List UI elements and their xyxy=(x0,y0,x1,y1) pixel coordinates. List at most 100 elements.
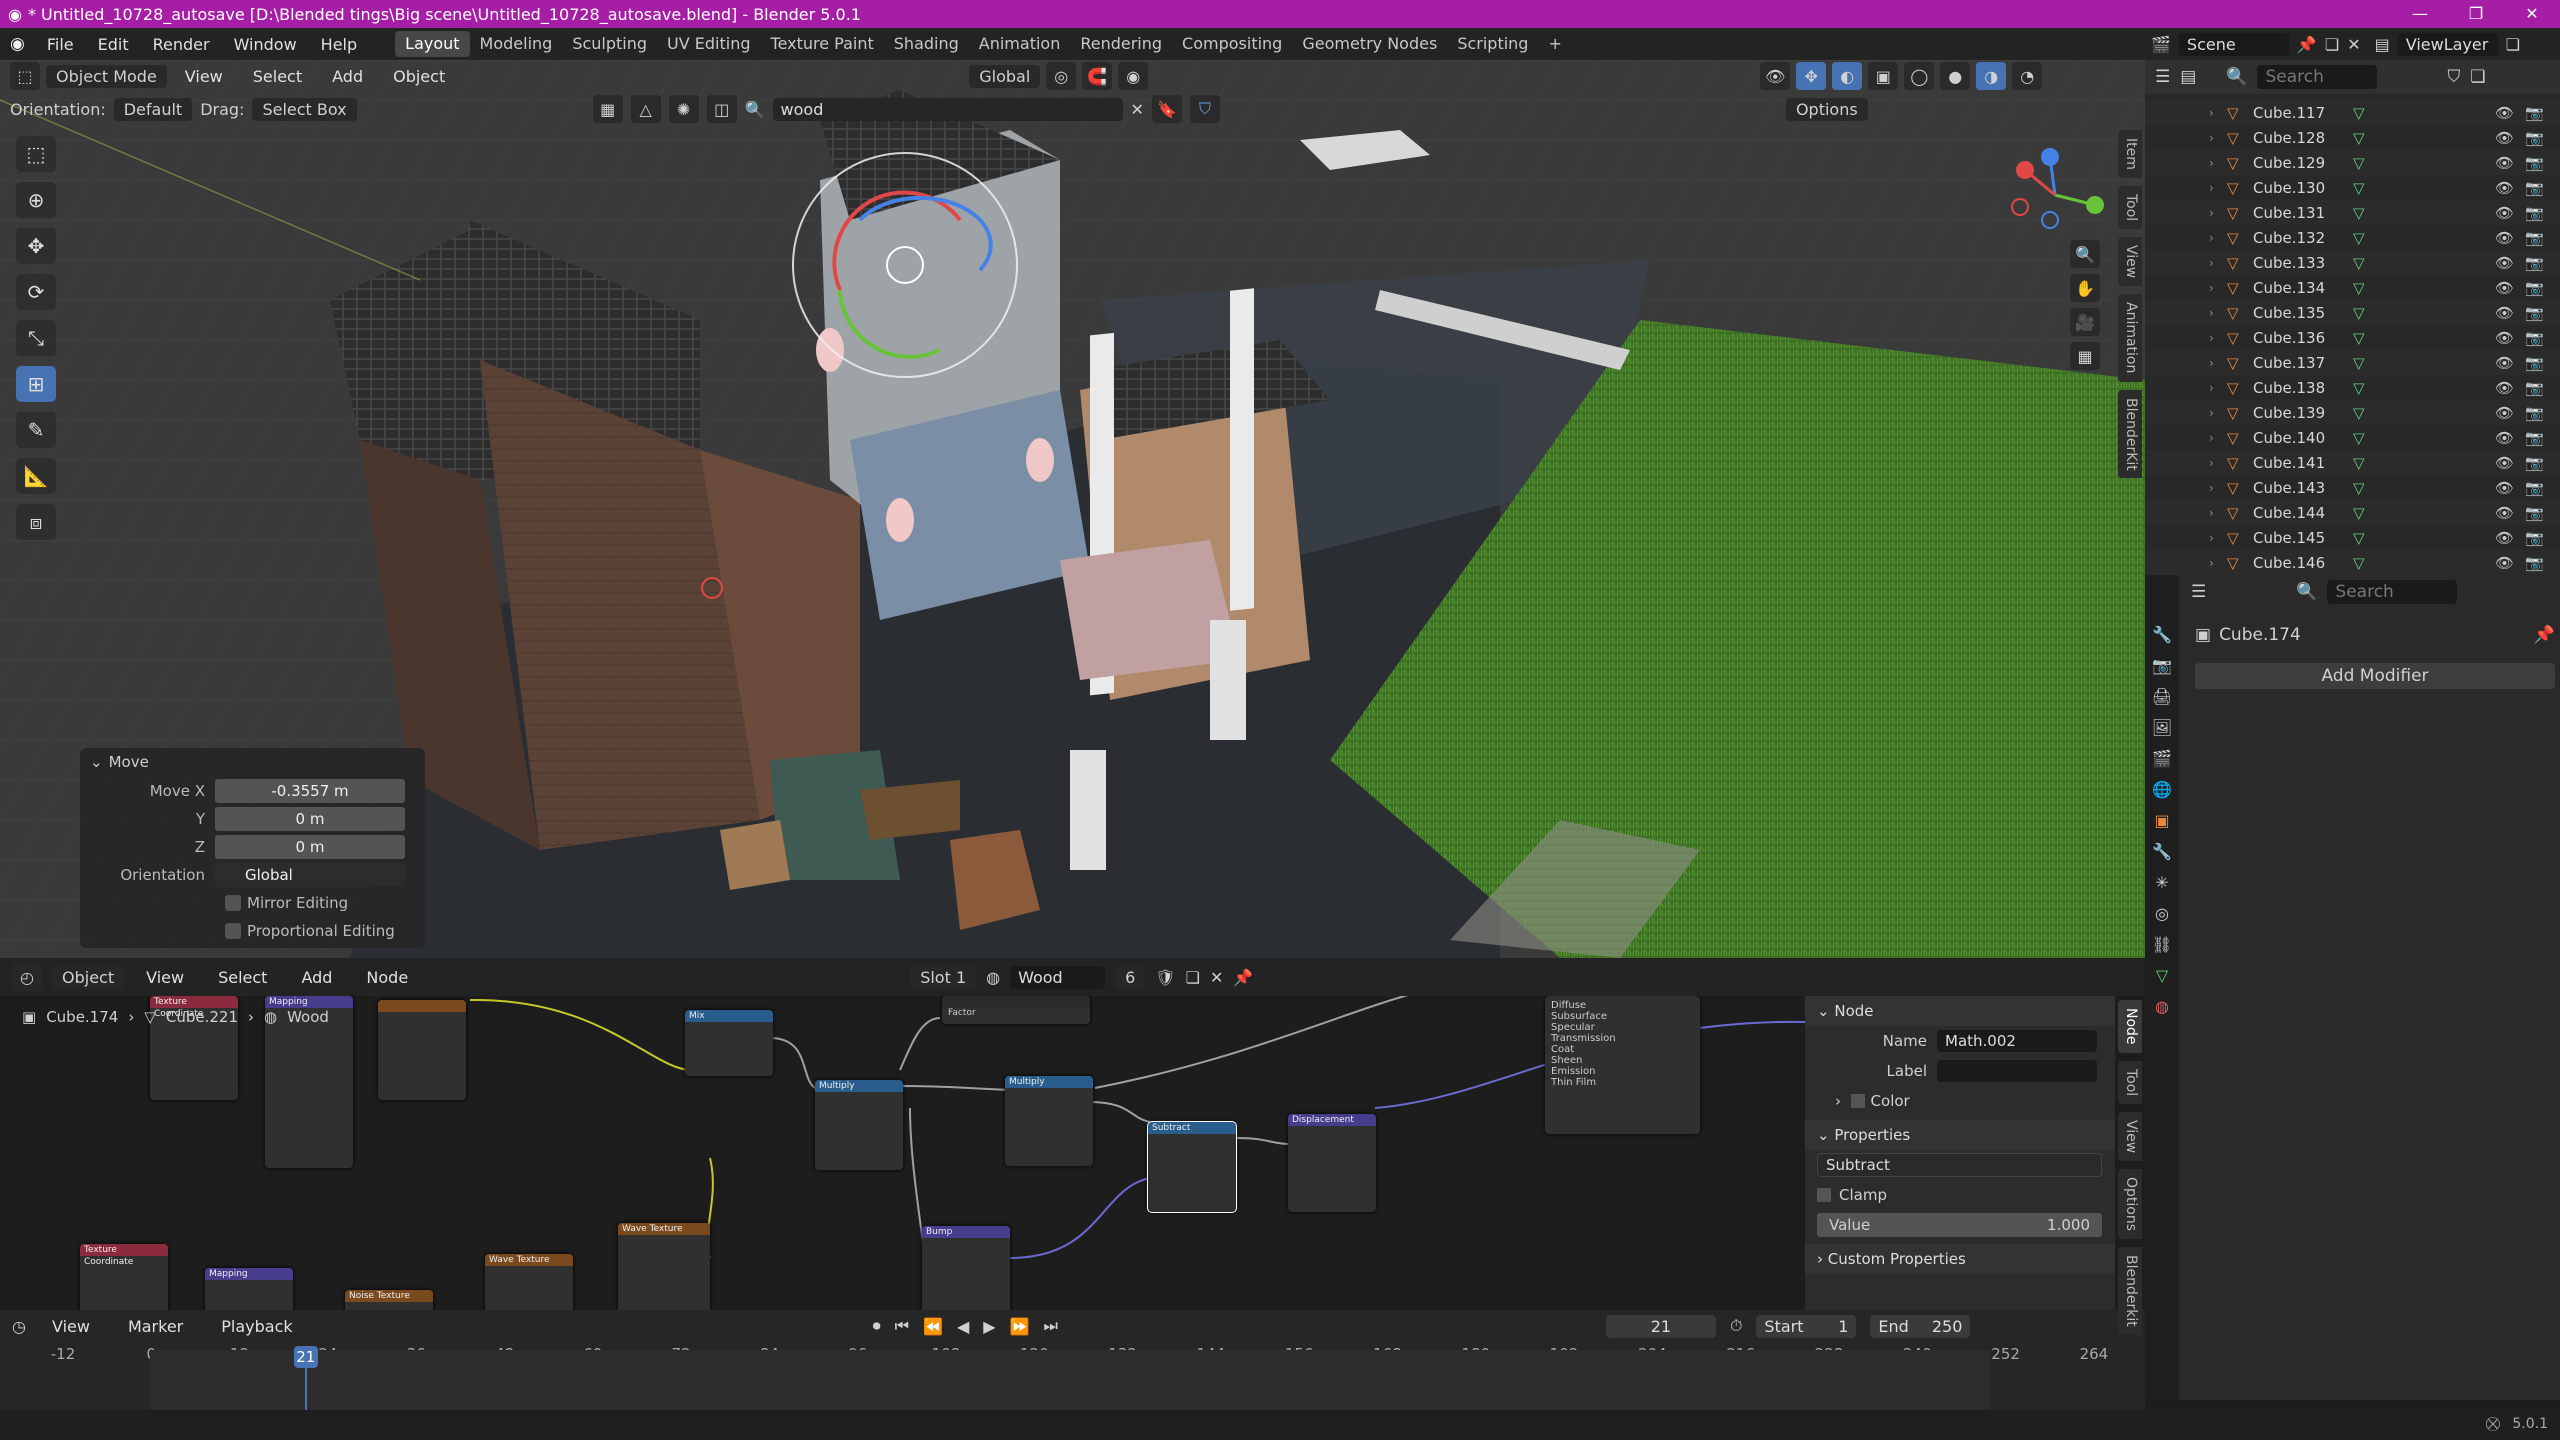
outliner-row[interactable]: › ▽ Cube.138 ▽ 👁 📷 xyxy=(2145,375,2560,400)
mesh-data-icon[interactable]: ▽ xyxy=(2353,229,2365,247)
node-displacement[interactable]: Displacement xyxy=(1288,1114,1376,1212)
world-tab-icon[interactable]: 🌐 xyxy=(2152,780,2172,799)
render-camera-icon[interactable]: 📷 xyxy=(2525,429,2544,447)
properties-editor-icon[interactable]: ☰ xyxy=(2191,582,2206,602)
annotate-tool-icon[interactable]: ✎ xyxy=(16,412,56,448)
expand-arrow-icon[interactable]: › xyxy=(2209,306,2214,320)
node-bump[interactable]: Bump xyxy=(922,1226,1010,1310)
filter-icon[interactable]: ⛉ xyxy=(2447,67,2460,87)
render-camera-icon[interactable]: 📷 xyxy=(2525,104,2544,122)
play-icon[interactable]: ▶ xyxy=(983,1317,995,1336)
timeline-menu-playback[interactable]: Playback xyxy=(209,1317,304,1336)
filter-camera-icon[interactable]: ◫ xyxy=(706,95,737,123)
outliner-item-name[interactable]: Cube.136 xyxy=(2253,329,2325,347)
timeline-editor-icon[interactable]: ◷ xyxy=(12,1317,26,1336)
add-modifier-button[interactable]: Add Modifier xyxy=(2195,663,2555,689)
next-keyframe-icon[interactable]: ⏩ xyxy=(1010,1317,1030,1336)
outliner-editor-icon[interactable]: ☰ xyxy=(2155,67,2170,87)
xray-icon[interactable]: ▣ xyxy=(1868,62,1899,90)
move-tool-icon[interactable]: ✥ xyxy=(16,228,56,264)
rotate-tool-icon[interactable]: ⟳ xyxy=(16,274,56,310)
render-camera-icon[interactable]: 📷 xyxy=(2525,129,2544,147)
workspace-tab-shading[interactable]: Shading xyxy=(884,31,969,57)
outliner-row[interactable]: › ▽ Cube.135 ▽ 👁 📷 xyxy=(2145,300,2560,325)
timeline-menu-marker[interactable]: Marker xyxy=(116,1317,195,1336)
render-camera-icon[interactable]: 📷 xyxy=(2525,229,2544,247)
workspace-tab-compositing[interactable]: Compositing xyxy=(1172,31,1292,57)
outliner-item-name[interactable]: Cube.134 xyxy=(2253,279,2325,297)
expand-arrow-icon[interactable]: › xyxy=(2209,481,2214,495)
outliner-row[interactable]: › ▽ Cube.136 ▽ 👁 📷 xyxy=(2145,325,2560,350)
outliner-row[interactable]: › ▽ Cube.140 ▽ 👁 📷 xyxy=(2145,425,2560,450)
expand-arrow-icon[interactable]: › xyxy=(2209,331,2214,345)
mesh-data-icon[interactable]: ▽ xyxy=(2353,129,2365,147)
filter-mesh-icon[interactable]: △ xyxy=(630,95,661,123)
start-frame-field[interactable]: Start 1 xyxy=(1756,1314,1857,1338)
collapse-chevron-icon[interactable]: ⌄ xyxy=(90,753,103,771)
node-section-header[interactable]: ⌄ Node xyxy=(1805,996,2115,1026)
end-frame-field[interactable]: End 250 xyxy=(1870,1314,1971,1338)
outliner-row[interactable]: › ▽ Cube.132 ▽ 👁 📷 xyxy=(2145,225,2560,250)
node-menu-node[interactable]: Node xyxy=(354,968,420,987)
overlay-icon[interactable]: ◐ xyxy=(1832,62,1863,90)
minimize-button[interactable]: — xyxy=(2392,0,2448,28)
mesh-data-icon[interactable]: ▽ xyxy=(2353,179,2365,197)
scene-tab-icon[interactable]: 🎬 xyxy=(2152,749,2172,768)
render-camera-icon[interactable]: 📷 xyxy=(2525,254,2544,272)
new-view-layer-icon[interactable]: ❏ xyxy=(2506,35,2520,54)
pivot-icon[interactable]: ◎ xyxy=(1046,62,1077,90)
node-wave-texture-2[interactable]: Wave Texture xyxy=(485,1254,573,1310)
playhead-frame-badge[interactable]: 21 xyxy=(293,1346,318,1368)
node-tab-blenderkit[interactable]: Blenderkit xyxy=(2118,1247,2142,1335)
node-tab-tool[interactable]: Tool xyxy=(2118,1060,2142,1104)
transform-tool-icon[interactable]: ⊞ xyxy=(16,366,56,402)
editor-type-icon[interactable]: ⬚ xyxy=(10,62,40,90)
workspace-tab-layout[interactable]: Layout xyxy=(395,31,470,57)
outliner-item-name[interactable]: Cube.144 xyxy=(2253,504,2325,522)
editor-type-icon[interactable]: ◴ xyxy=(12,963,42,991)
node-label-field[interactable] xyxy=(1937,1060,2097,1082)
display-mode-icon[interactable]: ▤ xyxy=(2180,67,2196,87)
outliner-item-name[interactable]: Cube.143 xyxy=(2253,479,2325,497)
blender-menu-icon[interactable]: ◉ xyxy=(0,34,35,54)
visibility-eye-icon[interactable]: 👁 xyxy=(2495,154,2514,172)
mesh-data-icon[interactable]: ▽ xyxy=(2353,279,2365,297)
object-tab-icon[interactable]: ▣ xyxy=(2154,811,2169,830)
node-wave-texture[interactable]: Wave Texture xyxy=(618,1223,710,1310)
visibility-eye-icon[interactable]: 👁 xyxy=(2495,404,2514,422)
viewport-menu-add[interactable]: Add xyxy=(320,67,375,86)
visibility-eye-icon[interactable]: 👁 xyxy=(2495,229,2514,247)
visibility-eye-icon[interactable]: 👁 xyxy=(2495,254,2514,272)
math-operation-dropdown[interactable]: Subtract xyxy=(1817,1153,2102,1177)
menu-edit[interactable]: Edit xyxy=(86,35,141,54)
ortho-grid-icon[interactable]: ▦ xyxy=(2070,342,2100,370)
add-cube-tool-icon[interactable]: ⧈ xyxy=(16,504,56,540)
expand-arrow-icon[interactable]: › xyxy=(2209,231,2214,245)
clamp-checkbox[interactable]: Clamp xyxy=(1805,1180,2115,1210)
fake-user-icon[interactable]: 🛡 xyxy=(1155,968,1175,987)
move-x-field[interactable]: -0.3557 m xyxy=(215,779,405,803)
select-mode-icon[interactable]: ▦ xyxy=(592,95,623,123)
visibility-eye-icon[interactable]: 👁 xyxy=(2495,304,2514,322)
delete-scene-icon[interactable]: ✕ xyxy=(2347,35,2360,54)
outliner-row[interactable]: › ▽ Cube.139 ▽ 👁 📷 xyxy=(2145,400,2560,425)
mesh-data-icon[interactable]: ▽ xyxy=(2353,104,2365,122)
prev-keyframe-icon[interactable]: ⏪ xyxy=(923,1317,943,1336)
workspace-tab-scripting[interactable]: Scripting xyxy=(1447,31,1538,57)
filter-light-icon[interactable]: ✺ xyxy=(668,95,699,123)
node-mix[interactable]: Mix xyxy=(685,1010,773,1076)
options-dropdown[interactable]: Options xyxy=(1785,97,1868,121)
shader-type-selector[interactable]: Object xyxy=(52,965,125,989)
visibility-eye-icon[interactable]: 👁 xyxy=(2495,179,2514,197)
expand-arrow-icon[interactable]: › xyxy=(2209,406,2214,420)
mesh-data-icon[interactable]: ▽ xyxy=(2353,529,2365,547)
mesh-data-icon[interactable]: ▽ xyxy=(2353,404,2365,422)
workspace-tab-rendering[interactable]: Rendering xyxy=(1070,31,1172,57)
current-frame-field[interactable]: 21 xyxy=(1605,1314,1716,1338)
render-camera-icon[interactable]: 📷 xyxy=(2525,504,2544,522)
timeline-track[interactable] xyxy=(150,1350,1990,1410)
outliner-item-name[interactable]: Cube.137 xyxy=(2253,354,2325,372)
render-camera-icon[interactable]: 📷 xyxy=(2525,454,2544,472)
visibility-eye-icon[interactable]: 👁 xyxy=(2495,479,2514,497)
outliner-row[interactable]: › ▽ Cube.134 ▽ 👁 📷 xyxy=(2145,275,2560,300)
